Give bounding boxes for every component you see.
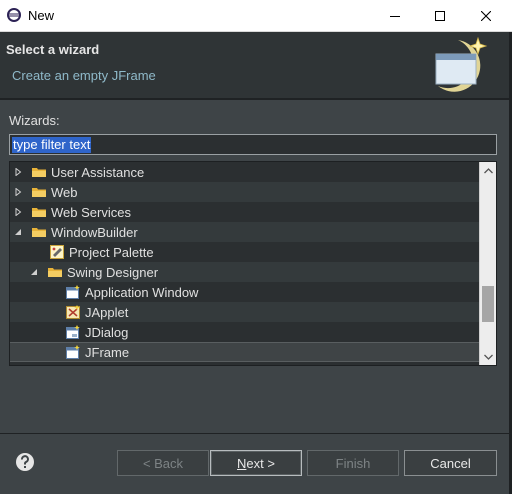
applet-icon (66, 305, 80, 319)
tree-item-application-window[interactable]: Application Window (10, 282, 496, 302)
header-description: Create an empty JFrame (12, 68, 156, 83)
finish-button[interactable]: Finish (307, 450, 399, 476)
wizard-tree[interactable]: User Assistance Web Web Services WindowB… (9, 161, 497, 366)
filter-text[interactable]: type filter text (12, 136, 92, 153)
folder-icon (32, 165, 46, 179)
tree-item-web-services[interactable]: Web Services (10, 202, 481, 222)
maximize-icon (435, 10, 445, 21)
wizard-banner-icon (432, 34, 496, 96)
minimize-icon (390, 15, 400, 17)
wizards-label: Wizards: (9, 113, 60, 128)
window-title: New (28, 8, 55, 23)
tree-item-jframe[interactable]: JFrame (10, 342, 479, 362)
tree-item-label: Project Palette (69, 244, 154, 260)
tree-item-label: Web (51, 184, 78, 200)
folder-icon (32, 225, 46, 239)
expand-arrow-icon[interactable] (12, 166, 24, 178)
help-icon[interactable] (15, 452, 35, 472)
dialog-icon (66, 325, 80, 339)
tree-item-user-assistance[interactable]: User Assistance (10, 162, 481, 182)
tree-item-label: WindowBuilder (51, 224, 138, 240)
frame-icon (66, 345, 80, 359)
scroll-down-button[interactable] (480, 348, 496, 365)
tree-scrollbar[interactable] (479, 162, 496, 365)
tree-item-jdialog[interactable]: JDialog (10, 322, 496, 342)
minimize-button[interactable] (372, 0, 418, 31)
header-title: Select a wizard (6, 42, 100, 57)
next-button[interactable]: Next > (210, 450, 302, 476)
cancel-button[interactable]: Cancel (404, 450, 497, 476)
tree-item-label: Web Services (51, 204, 131, 220)
scroll-up-button[interactable] (480, 162, 496, 179)
next-label: ext > (246, 455, 275, 471)
tree-item-web[interactable]: Web (10, 182, 481, 202)
scroll-thumb[interactable] (482, 286, 494, 322)
tree-item-label: JDialog (85, 324, 129, 340)
tree-item-label: Swing Designer (67, 264, 159, 280)
folder-icon (32, 185, 46, 199)
tree-item-label: Application Window (85, 284, 199, 300)
maximize-button[interactable] (417, 0, 463, 31)
tree-item-swing-designer[interactable]: Swing Designer (10, 262, 496, 282)
window-wizard-icon (66, 285, 80, 299)
button-bar-separator (0, 433, 512, 434)
expand-arrow-icon[interactable] (12, 206, 24, 218)
collapse-arrow-icon[interactable] (28, 266, 40, 278)
close-icon (481, 10, 491, 21)
tree-item-label: JFrame (85, 344, 130, 360)
wizard-header: Select a wizard Create an empty JFrame (0, 32, 512, 98)
back-button[interactable]: < Back (117, 450, 209, 476)
tree-item-japplet[interactable]: JApplet (10, 302, 496, 322)
tree-item-label: JApplet (85, 304, 129, 320)
next-mnemonic: N (237, 455, 247, 471)
close-button[interactable] (463, 0, 509, 31)
tree-item-windowbuilder[interactable]: WindowBuilder (10, 222, 481, 242)
folder-icon (48, 265, 62, 279)
tree-item-project-palette[interactable]: Project Palette (10, 242, 496, 262)
tree-item-label: User Assistance (51, 164, 145, 180)
eclipse-icon (7, 8, 21, 22)
collapse-arrow-icon[interactable] (12, 226, 24, 238)
filter-input[interactable]: type filter text (9, 134, 497, 155)
chevron-up-icon (483, 167, 493, 173)
expand-arrow-icon[interactable] (12, 186, 24, 198)
chevron-down-icon (483, 354, 493, 360)
title-bar: New (0, 0, 512, 32)
folder-icon (32, 205, 46, 219)
header-separator (0, 98, 512, 100)
palette-icon (50, 245, 64, 259)
